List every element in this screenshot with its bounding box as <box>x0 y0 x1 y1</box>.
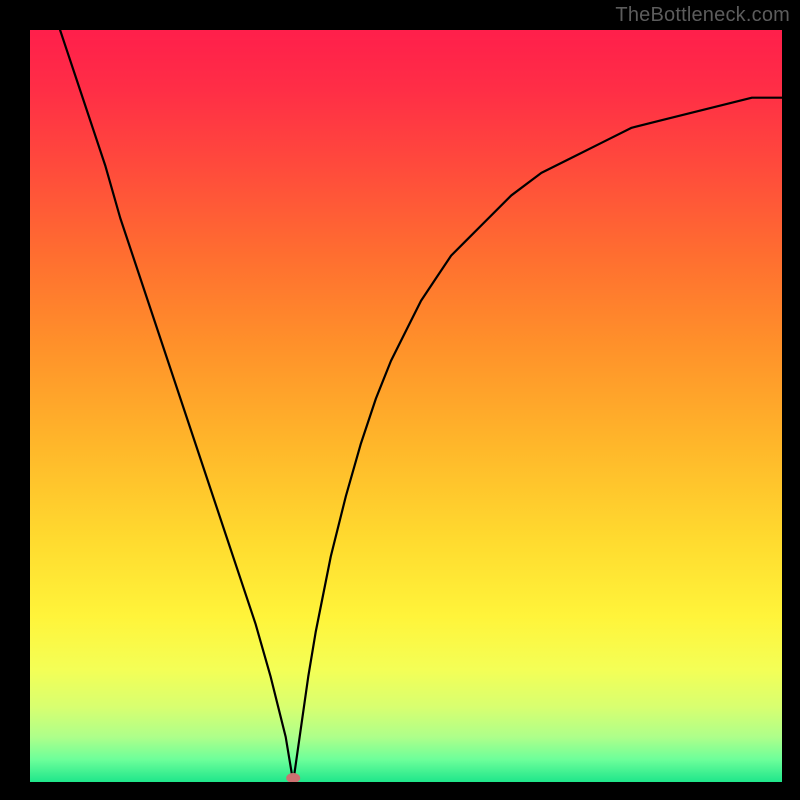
watermark-text: TheBottleneck.com <box>615 4 790 27</box>
gradient-background <box>30 30 782 782</box>
chart-svg <box>30 30 782 782</box>
chart-stage: TheBottleneck.com <box>0 0 800 800</box>
plot-area <box>30 30 782 782</box>
